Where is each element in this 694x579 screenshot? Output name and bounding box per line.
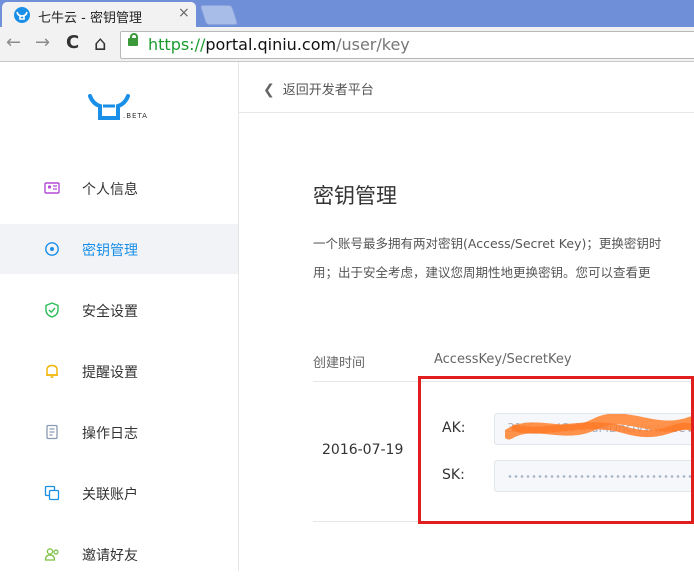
main-topbar: ❮ 返回开发者平台 — [239, 62, 694, 113]
sidebar-item-profile[interactable]: 个人信息 — [0, 163, 238, 213]
browser-toolbar: ← → C ⌂ https://portal.qiniu.com/user/ke… — [0, 27, 694, 62]
sidebar-item-invite[interactable]: 邀请好友 — [0, 529, 238, 579]
forward-arrow-icon[interactable]: → — [35, 33, 50, 53]
tab-close-icon[interactable]: × — [178, 5, 190, 21]
sidebar-item-label: 操作日志 — [82, 426, 138, 442]
sidebar-item-label: 安全设置 — [82, 304, 138, 320]
sidebar: .BETA 个人信息 密钥管理 安全设置 提醒设置 操作日志 关联账户 邀请好友 — [0, 62, 239, 571]
sidebar-item-label: 关联账户 — [82, 487, 138, 503]
column-header-created: 创建时间 — [313, 356, 366, 371]
qiniu-logo-icon[interactable] — [88, 92, 130, 126]
tab-title: 七牛云 - 密钥管理 — [38, 11, 142, 26]
browser-tab-strip: 七牛云 - 密钥管理 × — [0, 0, 694, 27]
invite-friends-icon — [44, 548, 59, 561]
new-tab-button[interactable] — [199, 5, 239, 25]
chevron-left-icon: ❮ — [263, 82, 275, 98]
url-text: https://portal.qiniu.com/user/key — [148, 35, 410, 54]
qiniu-favicon-icon — [14, 7, 30, 23]
created-date-cell: 2016-07-19 — [322, 442, 404, 458]
sidebar-item-reminders[interactable]: 提醒设置 — [0, 346, 238, 396]
reload-icon[interactable]: C — [66, 33, 79, 53]
bell-icon — [46, 364, 58, 378]
shield-icon — [45, 302, 59, 318]
sidebar-item-logs[interactable]: 操作日志 — [0, 407, 238, 457]
logo-beta-text: .BETA — [123, 112, 148, 120]
key-icon — [45, 242, 59, 256]
desc-line: 一个账号最多拥有两对密钥(Access/Secret Key)；更换密钥时 — [313, 236, 662, 251]
sidebar-item-security[interactable]: 安全设置 — [0, 285, 238, 335]
sidebar-item-label: 邀请好友 — [82, 548, 138, 564]
log-icon — [46, 424, 58, 440]
back-arrow-icon[interactable]: ← — [6, 33, 21, 53]
sidebar-item-label: 提醒设置 — [82, 365, 138, 381]
page-description: 一个账号最多拥有两对密钥(Access/Secret Key)；更换密钥时 用；… — [313, 229, 694, 287]
id-card-icon — [44, 182, 60, 194]
browser-tab[interactable]: 七牛云 - 密钥管理 × — [2, 2, 196, 27]
link-accounts-icon — [44, 485, 60, 501]
desc-line: 用；出于安全考虑，建议您周期性地更换密钥。您可以查看更 — [313, 265, 651, 280]
back-to-developer-platform-link[interactable]: ❮ 返回开发者平台 — [263, 79, 374, 98]
home-icon[interactable]: ⌂ — [94, 33, 107, 53]
sidebar-item-linked-accounts[interactable]: 关联账户 — [0, 468, 238, 518]
lock-icon — [128, 33, 138, 46]
page-title: 密钥管理 — [313, 184, 397, 208]
sidebar-item-keys[interactable]: 密钥管理 — [0, 224, 238, 274]
column-header-keys: AccessKey/SecretKey — [434, 352, 572, 367]
back-link-label: 返回开发者平台 — [282, 83, 374, 98]
sidebar-item-label: 个人信息 — [82, 182, 138, 198]
sidebar-item-label: 密钥管理 — [82, 243, 138, 259]
red-highlight-box — [418, 376, 694, 524]
address-bar[interactable]: https://portal.qiniu.com/user/key — [120, 31, 694, 59]
